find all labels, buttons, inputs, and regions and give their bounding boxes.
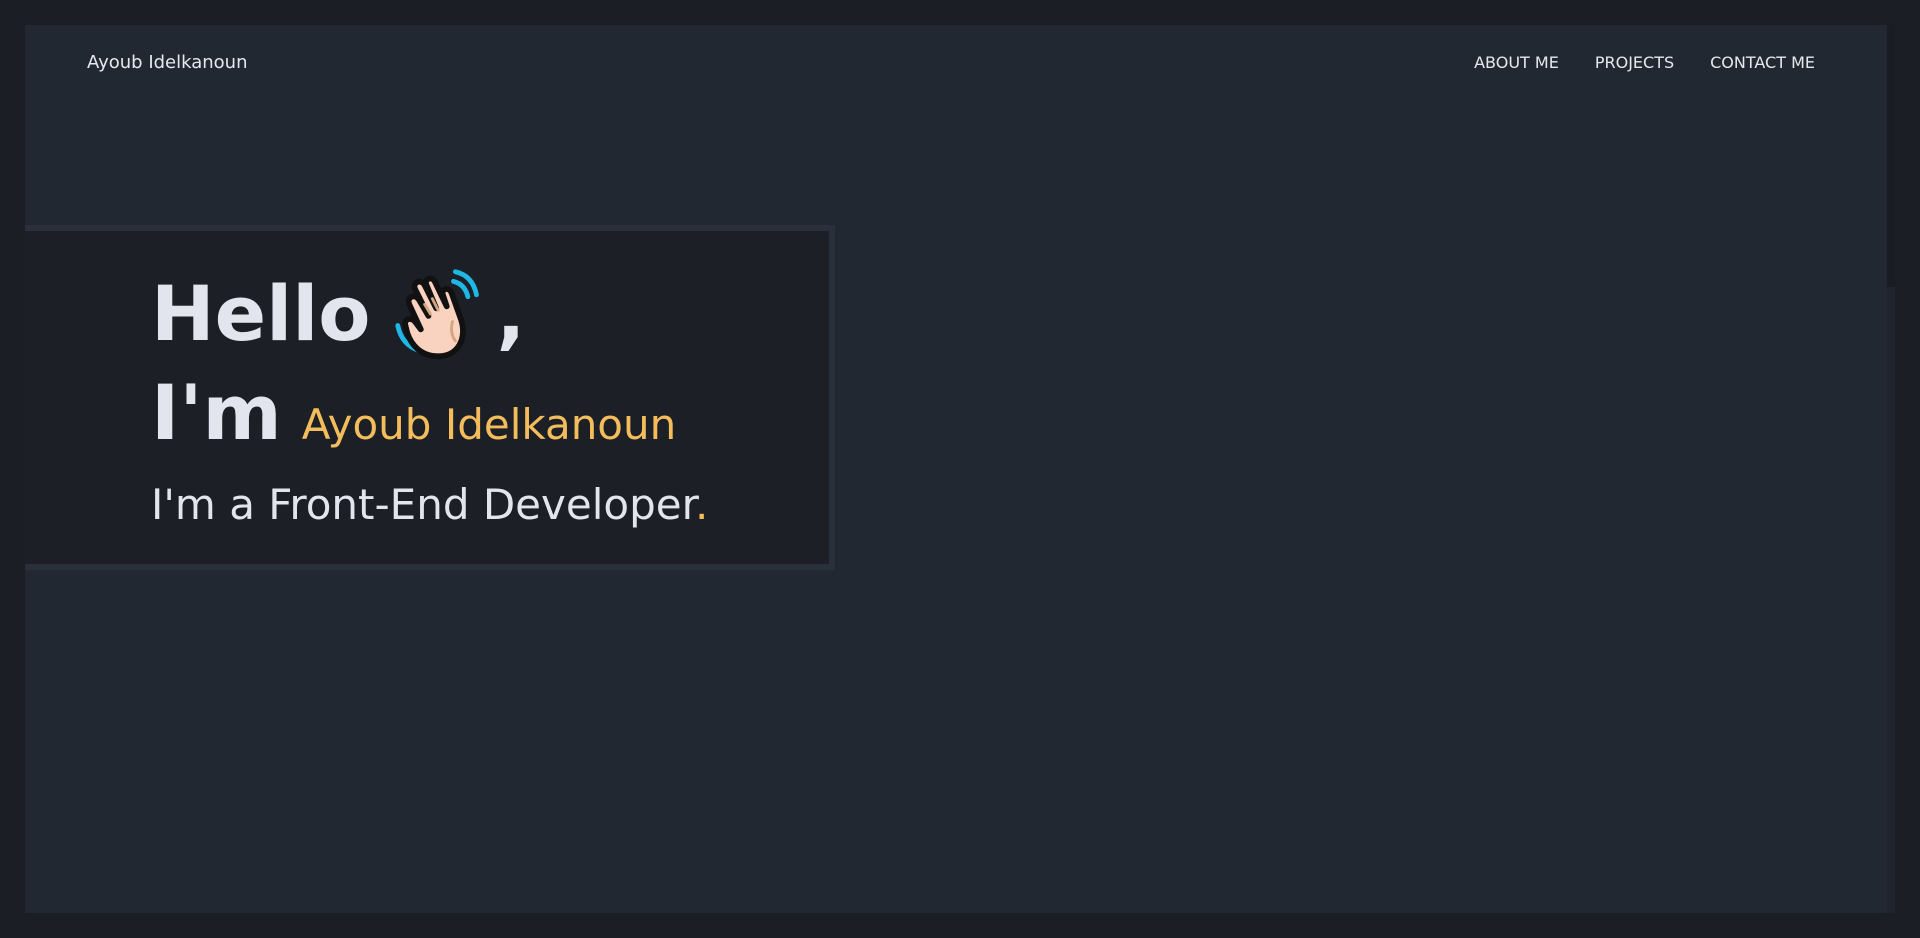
role-line: I'm a Front-End Developer. xyxy=(151,479,708,531)
greeting-text: Hello xyxy=(151,269,371,358)
intro-line: I'm Ayoub Idelkanoun xyxy=(151,367,676,459)
hero-card: Hello , I'm Ayoub Idelkanoun I'm a Front… xyxy=(25,225,835,570)
role-period: . xyxy=(695,480,709,529)
greeting-heading: Hello , xyxy=(151,263,525,365)
page-frame: Ayoub Idelkanoun ABOUT ME PROJECTS CONTA… xyxy=(25,25,1895,913)
developer-name: Ayoub Idelkanoun xyxy=(301,400,677,449)
nav-contact-me[interactable]: CONTACT ME xyxy=(1710,51,1815,75)
brand-logo[interactable]: Ayoub Idelkanoun xyxy=(87,51,248,75)
role-text: I'm a Front-End Developer xyxy=(151,480,695,529)
main-nav: ABOUT ME PROJECTS CONTACT ME xyxy=(1474,51,1815,75)
scrollbar[interactable] xyxy=(1887,25,1895,913)
greeting-comma: , xyxy=(496,269,526,358)
scrollbar-thumb[interactable] xyxy=(1887,25,1895,287)
nav-about-me[interactable]: ABOUT ME xyxy=(1474,51,1559,75)
nav-projects[interactable]: PROJECTS xyxy=(1595,51,1674,75)
intro-prefix: I'm xyxy=(151,368,282,457)
waving-hand-icon xyxy=(392,263,488,365)
